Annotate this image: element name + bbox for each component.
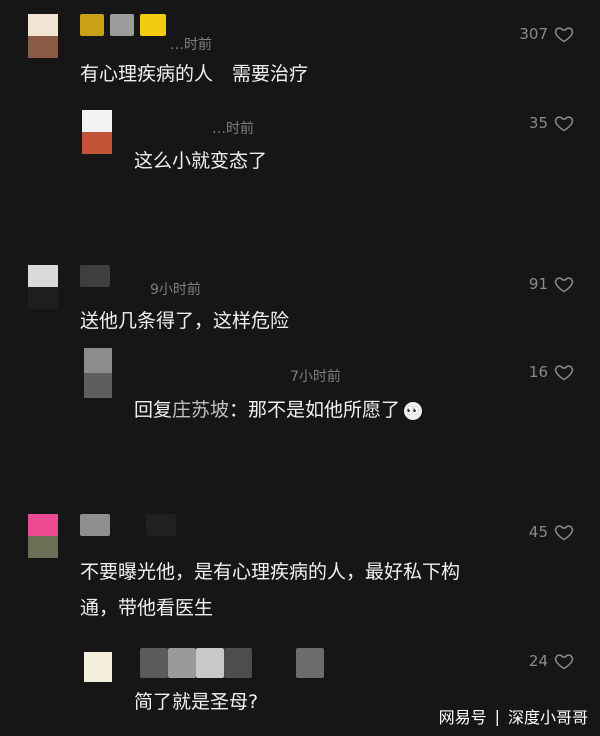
heart-icon <box>554 27 574 43</box>
username-row[interactable] <box>80 265 110 287</box>
watermark: 网易号 | 深度小哥哥 <box>439 704 588 728</box>
timestamp: …时前 <box>170 37 212 53</box>
like-count: 24 <box>528 652 548 670</box>
watermark-author: 深度小哥哥 <box>507 708 588 727</box>
timestamp: …时前 <box>212 121 254 137</box>
comment-text: 回复庄苏坡：那不是如他所愿了 👀 <box>134 394 423 427</box>
username-row[interactable] <box>80 14 166 36</box>
eyes-emoji-icon: 👀 <box>404 401 423 420</box>
avatar[interactable] <box>82 110 112 154</box>
avatar[interactable] <box>28 265 58 309</box>
heart-icon <box>554 525 574 541</box>
like-button[interactable]: 16 <box>529 362 574 382</box>
heart-icon <box>554 654 574 670</box>
comment-text: 这么小就变态了 <box>134 150 268 172</box>
watermark-separator: | <box>494 706 500 726</box>
colon: ： <box>229 399 249 421</box>
comment-text: 送他几条得了，这样危险 <box>80 310 290 332</box>
like-button[interactable]: 45 <box>529 522 574 542</box>
heart-icon <box>554 116 574 132</box>
heart-icon <box>554 277 574 293</box>
timestamp: 9小时前 <box>150 282 201 298</box>
like-count: 45 <box>528 523 548 541</box>
like-count: 35 <box>528 114 548 132</box>
comment-text: 有心理疾病的人 需要治疗 <box>80 63 309 85</box>
like-button[interactable]: 35 <box>529 113 574 133</box>
like-count: 16 <box>528 363 548 381</box>
like-count: 307 <box>519 25 548 43</box>
heart-icon <box>554 365 574 381</box>
username-row[interactable] <box>80 514 176 536</box>
reply-body: 那不是如他所愿了 <box>248 399 401 421</box>
avatar[interactable] <box>28 514 58 558</box>
username-row[interactable] <box>140 648 324 678</box>
watermark-brand: 网易号 <box>438 708 487 727</box>
like-button[interactable]: 307 <box>519 24 574 44</box>
reply-prefix: 回复 <box>134 399 173 421</box>
mention-link[interactable]: 庄苏坡 <box>172 399 229 421</box>
comment-text-line-2: 通，带他看医生 <box>80 597 214 619</box>
like-count: 91 <box>528 275 548 293</box>
like-button[interactable]: 91 <box>529 274 574 294</box>
timestamp: 7小时前 <box>290 369 341 385</box>
comment-text: 简了就是圣母? <box>134 691 259 713</box>
avatar[interactable] <box>84 652 112 682</box>
like-button[interactable]: 24 <box>529 651 574 671</box>
avatar[interactable] <box>28 14 58 58</box>
comment-text-line-1: 不要曝光他，是有心理疾病的人，最好私下构 <box>80 561 461 583</box>
avatar[interactable] <box>84 348 112 398</box>
